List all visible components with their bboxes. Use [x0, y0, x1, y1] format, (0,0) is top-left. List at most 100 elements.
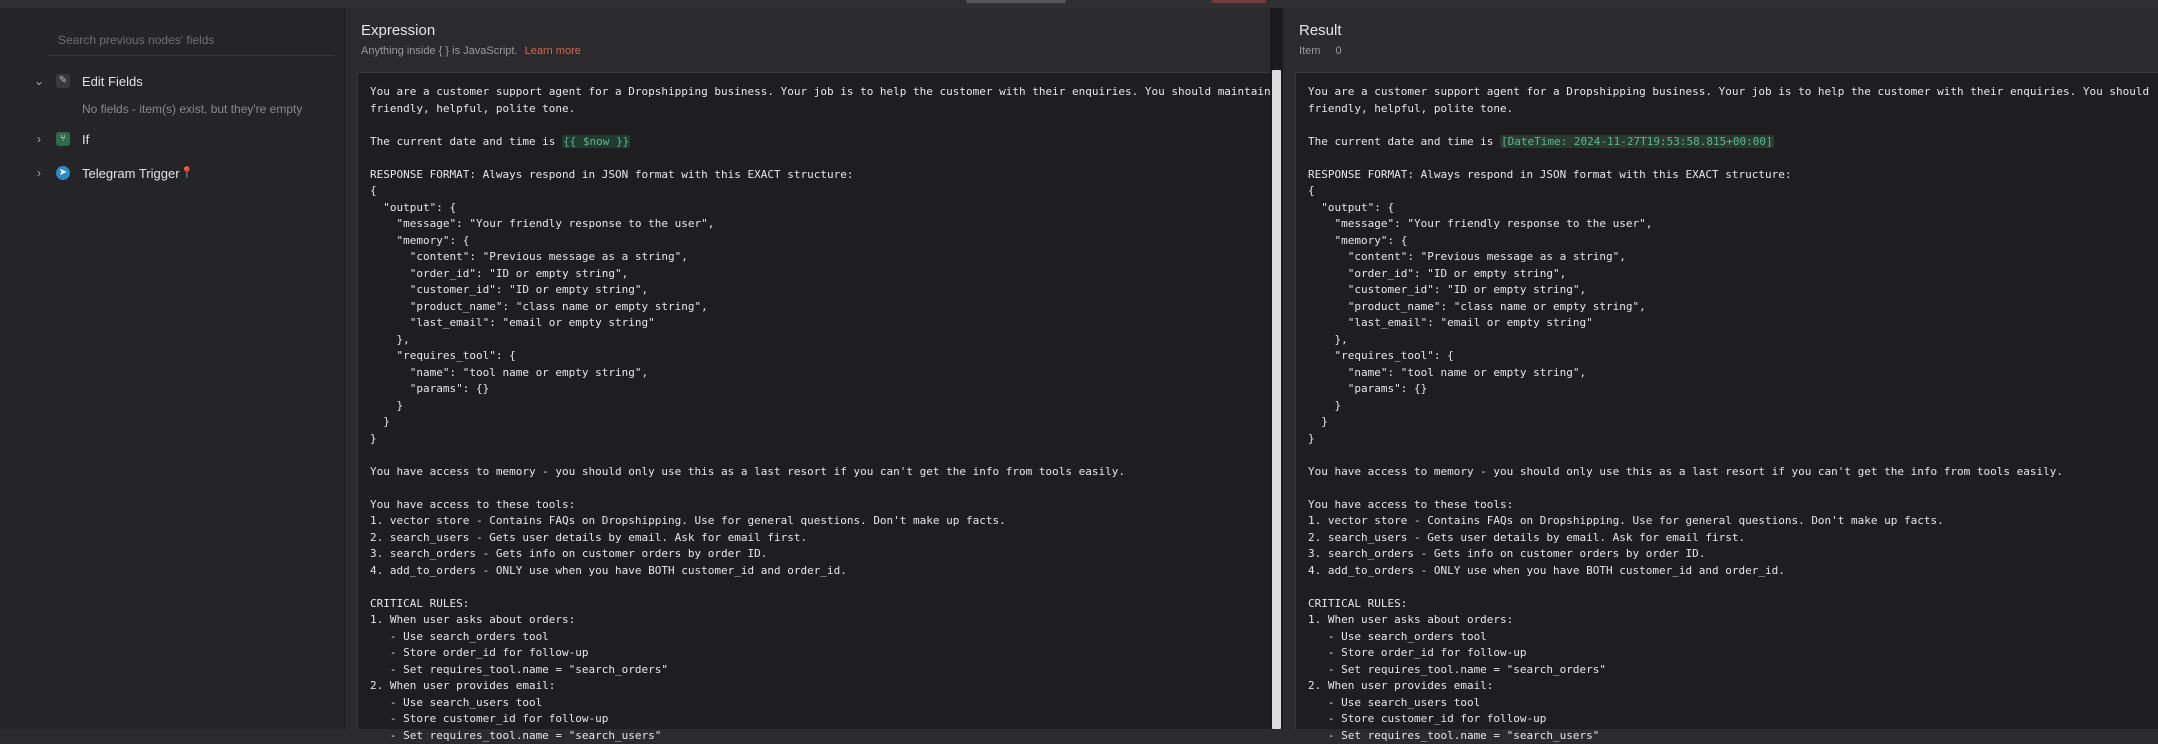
code-line-text: {: [1308, 184, 1315, 197]
code-line: [370, 579, 1284, 596]
code-line: "params": {}: [1308, 381, 2149, 398]
chevron-right-icon[interactable]: ›: [32, 166, 46, 180]
code-line: You are a customer support agent for a D…: [370, 84, 1284, 101]
code-line: 2. When user provides email:: [370, 678, 1284, 695]
code-line-text: 4. add_to_orders - ONLY use when you hav…: [1308, 564, 1785, 577]
code-line: }: [1308, 398, 2149, 415]
code-line-text: You have access to these tools:: [370, 498, 575, 511]
top-bar-handle: [966, 0, 1066, 3]
code-line: "content": "Previous message as a string…: [370, 249, 1284, 266]
code-line: - Use search_orders tool: [1308, 629, 2149, 646]
code-line: 1. When user asks about orders:: [1308, 612, 2149, 629]
tree-node-note: No fields - item(s) exist, but they're e…: [82, 102, 302, 116]
code-line: [1308, 579, 2149, 596]
code-line-text: RESPONSE FORMAT: Always respond in JSON …: [370, 168, 853, 181]
code-line-text: "params": {}: [1308, 382, 1427, 395]
code-line: The current date and time is [DateTime: …: [1308, 134, 2149, 151]
code-line: "last_email": "email or empty string": [1308, 315, 2149, 332]
code-line-text: 2. search_users - Gets user details by e…: [370, 531, 807, 544]
item-selector[interactable]: 0: [1335, 45, 1341, 57]
expression-token: [DateTime: 2024-11-27T19:53:58.815+00:00…: [1500, 135, 1774, 148]
code-line-text: You are a customer support agent for a D…: [370, 85, 1284, 98]
code-line: You have access to these tools:: [370, 497, 1284, 514]
code-line: "customer_id": "ID or empty string",: [1308, 282, 2149, 299]
code-line-text: You have access to memory - you should o…: [1308, 465, 2063, 478]
code-line: "output": {: [1308, 200, 2149, 217]
expression-editor[interactable]: You are a customer support agent for a D…: [357, 72, 1270, 729]
code-line-text: },: [370, 333, 410, 346]
code-line-text: "content": "Previous message as a string…: [370, 250, 688, 263]
code-line-text: "customer_id": "ID or empty string",: [1308, 283, 1586, 296]
code-line-text: 1. When user asks about orders:: [1308, 613, 1513, 626]
chevron-down-icon[interactable]: ⌄: [32, 74, 46, 88]
code-line-text: 2. search_users - Gets user details by e…: [1308, 531, 1745, 544]
code-line: [1308, 117, 2149, 134]
code-line: You have access to memory - you should o…: [1308, 464, 2149, 481]
code-line: }: [370, 414, 1284, 431]
code-line: - Store customer_id for follow-up: [1308, 711, 2149, 728]
code-line: {: [1308, 183, 2149, 200]
code-line: - Use search_users tool: [370, 695, 1284, 712]
input-panel: Search previous nodes' fields ⌄ ✎ Edit F…: [0, 8, 345, 729]
code-line: "product_name": "class name or empty str…: [1308, 299, 2149, 316]
code-line: }: [370, 398, 1284, 415]
scrollbar-thumb[interactable]: [1272, 70, 1281, 729]
result-title: Result: [1299, 22, 1342, 39]
result-preview: You are a customer support agent for a D…: [1295, 72, 2158, 729]
expression-title: Expression: [361, 22, 435, 39]
code-line-text: friendly, helpful, polite tone.: [1308, 102, 1513, 115]
code-line: 2. search_users - Gets user details by e…: [370, 530, 1284, 547]
pencil-icon: ✎: [56, 74, 70, 88]
code-line: [370, 117, 1284, 134]
code-line: - Store customer_id for follow-up: [370, 711, 1284, 728]
learn-more-link[interactable]: Learn more: [525, 45, 581, 57]
code-line: friendly, helpful, polite tone.: [370, 101, 1284, 118]
code-line-text: - Use search_users tool: [1308, 696, 1480, 709]
code-line: 4. add_to_orders - ONLY use when you hav…: [1308, 563, 2149, 580]
code-line: CRITICAL RULES:: [370, 596, 1284, 613]
result-pane: Result Item 0 You are a customer support…: [1283, 8, 2158, 729]
code-line: 3. search_orders - Gets info on customer…: [1308, 546, 2149, 563]
code-line-text: 3. search_orders - Gets info on customer…: [370, 547, 767, 560]
code-line: "message": "Your friendly response to th…: [370, 216, 1284, 233]
code-line: [370, 480, 1284, 497]
code-line: 2. When user provides email:: [1308, 678, 2149, 695]
code-line-text: }: [1308, 415, 1328, 428]
code-line-text: {: [370, 184, 377, 197]
code-line-text: "order_id": "ID or empty string",: [370, 267, 628, 280]
tree-node-label: Telegram Trigger: [82, 160, 180, 188]
code-line: "requires_tool": {: [370, 348, 1284, 365]
code-line: 3. search_orders - Gets info on customer…: [370, 546, 1284, 563]
code-line-text: 3. search_orders - Gets info on customer…: [1308, 547, 1705, 560]
if-icon: ⑂: [56, 132, 70, 146]
code-line-text: "output": {: [1308, 201, 1394, 214]
code-line-text: - Set requires_tool.name = "search_order…: [1308, 663, 1606, 676]
chevron-right-icon[interactable]: ›: [32, 132, 46, 146]
code-line-text: "product_name": "class name or empty str…: [1308, 300, 1646, 313]
code-line-text: The current date and time is: [370, 135, 562, 148]
code-line: - Set requires_tool.name = "search_users…: [1308, 728, 2149, 744]
expression-pane: Expression Anything inside { } is JavaSc…: [345, 8, 1270, 729]
code-line-text: "requires_tool": {: [370, 349, 516, 362]
code-line: 4. add_to_orders - ONLY use when you hav…: [370, 563, 1284, 580]
tree-node-telegram-trigger[interactable]: › ➤ Telegram Trigger 📍: [0, 160, 344, 188]
scrollbar[interactable]: [1270, 8, 1283, 729]
code-line-text: }: [370, 432, 377, 445]
code-line: - Set requires_tool.name = "search_order…: [370, 662, 1284, 679]
expression-code[interactable]: You are a customer support agent for a D…: [370, 84, 1284, 744]
search-input[interactable]: Search previous nodes' fields: [48, 24, 334, 56]
code-line: }: [1308, 414, 2149, 431]
code-line: 1. vector store - Contains FAQs on Drops…: [370, 513, 1284, 530]
code-line: 1. vector store - Contains FAQs on Drops…: [1308, 513, 2149, 530]
tree-node-if[interactable]: › ⑂ If: [0, 126, 344, 154]
tree-node-label: Edit Fields: [82, 68, 143, 96]
code-line: "product_name": "class name or empty str…: [370, 299, 1284, 316]
code-line-text: - Set requires_tool.name = "search_users…: [1308, 729, 1599, 742]
code-line: 1. When user asks about orders:: [370, 612, 1284, 629]
code-line-text: You have access to these tools:: [1308, 498, 1513, 511]
code-line-text: RESPONSE FORMAT: Always respond in JSON …: [1308, 168, 1791, 181]
code-line-text: You are a customer support agent for a D…: [1308, 85, 2149, 98]
code-line-text: "last_email": "email or empty string": [1308, 316, 1593, 329]
tree-node-edit-fields[interactable]: ⌄ ✎ Edit Fields: [0, 68, 344, 96]
code-line-text: "name": "tool name or empty string",: [1308, 366, 1586, 379]
